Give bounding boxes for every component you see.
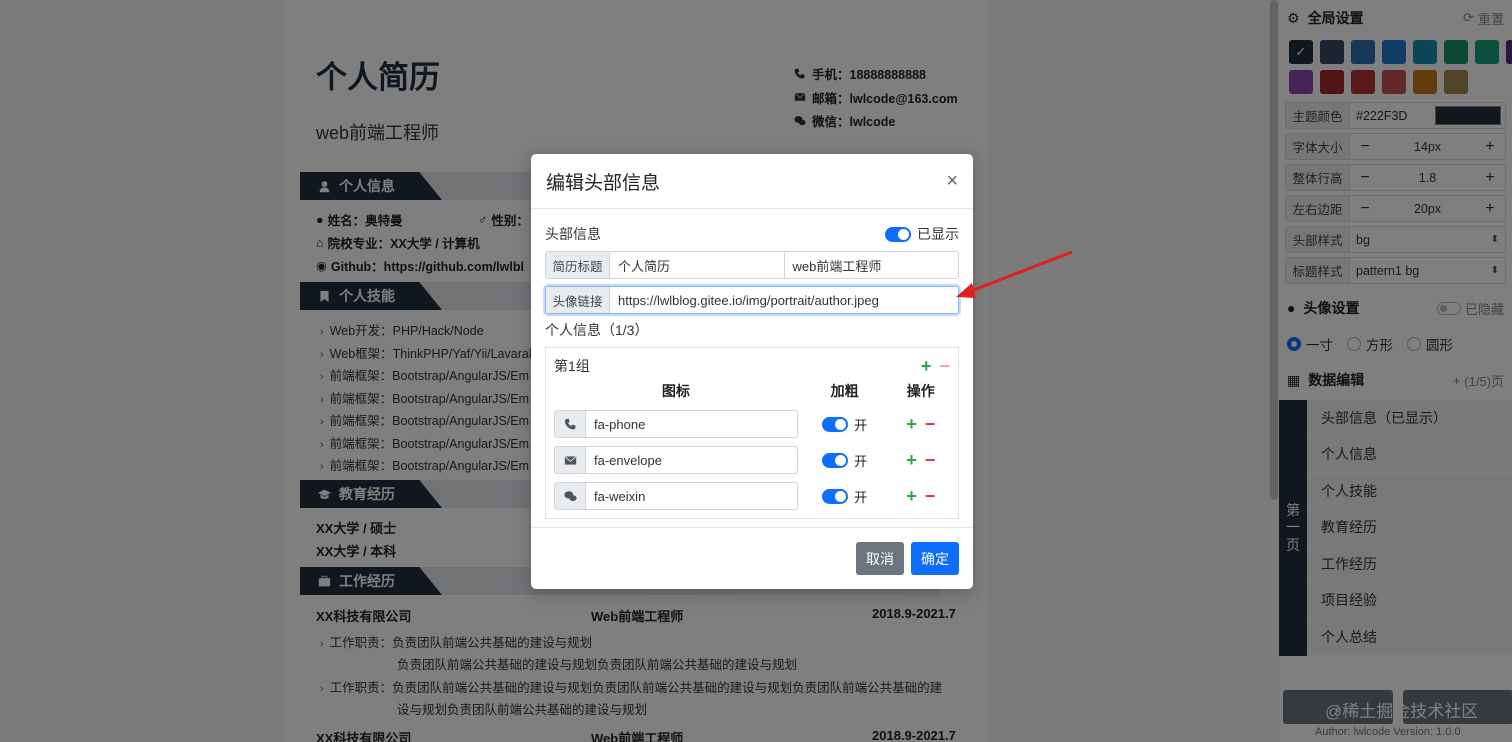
avatar-link-label: 头像链接: [546, 287, 610, 313]
wechat-icon: [563, 490, 577, 501]
bold-label: 开: [854, 489, 868, 505]
modal-title: 编辑头部信息: [546, 172, 661, 194]
contact-group: 第1组 + − 图标 加粗 操作 fa-phone 开 + − fa-envel…: [545, 347, 959, 519]
annotation-arrow-icon: [956, 250, 1073, 298]
resume-title-group: 简历标题 个人简历 web前端工程师: [545, 251, 959, 279]
personal-info-label: 个人信息（1/3）: [545, 322, 649, 338]
resume-subtitle-input[interactable]: web前端工程师: [783, 252, 959, 278]
contact-row: fa-weixin 开 + −: [554, 478, 950, 514]
header-visibility-switch[interactable]: [885, 226, 911, 242]
avatar-link-input[interactable]: https://lwlblog.gitee.io/img/portrait/au…: [610, 287, 958, 313]
group-columns: 图标 加粗 操作: [554, 376, 950, 406]
bold-label: 开: [854, 417, 868, 433]
col-bold-header: 加粗: [830, 383, 859, 399]
remove-row-button[interactable]: −: [925, 487, 936, 505]
resume-title-label: 简历标题: [546, 252, 610, 278]
close-icon[interactable]: ×: [946, 170, 958, 193]
icon-input[interactable]: fa-weixin: [586, 483, 797, 509]
contact-row: fa-envelope 开 + −: [554, 442, 950, 478]
phone-icon: [564, 418, 575, 429]
group-header: 第1组 + −: [554, 356, 950, 376]
add-row-button[interactable]: +: [906, 415, 917, 433]
contact-row: fa-phone 开 + −: [554, 406, 950, 442]
icon-field: fa-weixin: [554, 482, 798, 510]
modal-footer: 取消 确定: [531, 527, 973, 589]
bold-switch[interactable]: [822, 452, 849, 468]
header-visibility-row: 头部信息 已显示: [545, 223, 959, 245]
add-group-button[interactable]: +: [921, 357, 932, 375]
icon-input[interactable]: fa-phone: [586, 411, 797, 437]
icon-field: fa-phone: [554, 410, 798, 438]
bold-switch[interactable]: [822, 488, 849, 504]
remove-row-button[interactable]: −: [925, 415, 936, 433]
modal-body: 头部信息 已显示 简历标题 个人简历 web前端工程师 头像链接 https:/…: [531, 209, 973, 519]
header-info-label: 头部信息: [545, 226, 601, 242]
icon-field: fa-envelope: [554, 446, 798, 474]
edit-header-modal: 编辑头部信息 × 头部信息 已显示 简历标题 个人简历 web前端工程师 头像链…: [531, 154, 973, 589]
resume-title-input[interactable]: 个人简历: [610, 252, 784, 278]
avatar-link-group: 头像链接 https://lwlblog.gitee.io/img/portra…: [545, 286, 959, 314]
col-action-header: 操作: [906, 383, 935, 399]
envelope-icon: [564, 455, 576, 465]
col-icon-header: 图标: [661, 383, 690, 399]
bold-switch[interactable]: [822, 416, 849, 432]
bold-label: 开: [854, 453, 868, 469]
group-title: 第1组: [554, 358, 590, 374]
modal-header: 编辑头部信息 ×: [531, 154, 973, 209]
header-visibility-label: 已显示: [917, 226, 959, 242]
remove-group-button[interactable]: −: [939, 357, 950, 375]
icon-input[interactable]: fa-envelope: [586, 447, 797, 473]
add-row-button[interactable]: +: [906, 487, 917, 505]
remove-row-button[interactable]: −: [925, 451, 936, 469]
add-row-button[interactable]: +: [906, 451, 917, 469]
cancel-button[interactable]: 取消: [856, 542, 904, 575]
confirm-button[interactable]: 确定: [911, 542, 959, 575]
